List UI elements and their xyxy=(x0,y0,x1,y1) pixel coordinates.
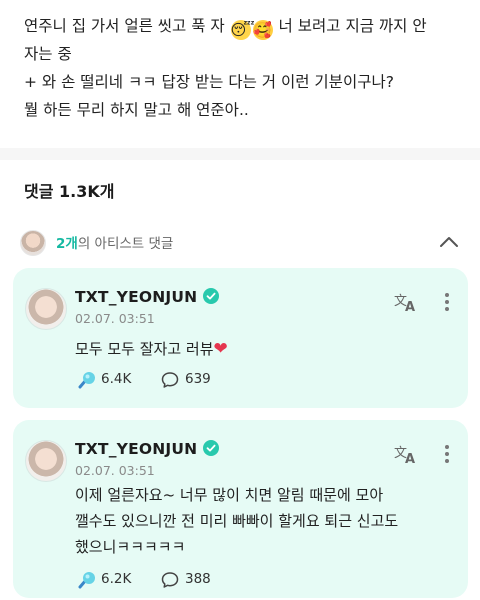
avatar[interactable] xyxy=(25,440,67,482)
post-body: 연주니 집 가서 얼른 씻고 푹 자 😴🥰 너 보려고 지금 까지 안 자는 중… xyxy=(24,12,464,124)
post-line-2: 자는 중 xyxy=(24,45,72,63)
reply-count: 639 xyxy=(185,371,211,387)
translate-icon[interactable]: 文 A xyxy=(394,291,418,313)
artist-comment-card: TXT_YEONJUN 02.07. 03:51 文 A 이제 얼른자요~ 너무… xyxy=(13,420,468,598)
comment-bubble-icon[interactable] xyxy=(161,571,179,589)
reply-count: 388 xyxy=(185,571,211,587)
comment-bubble-icon[interactable] xyxy=(161,371,179,389)
comments-title: 댓글 1.3K개 xyxy=(24,182,115,201)
author-name[interactable]: TXT_YEONJUN xyxy=(75,440,220,458)
verified-badge-icon xyxy=(203,288,220,304)
comment-date: 02.07. 03:51 xyxy=(75,311,155,326)
more-icon[interactable] xyxy=(444,292,450,312)
svg-text:A: A xyxy=(405,452,415,465)
lightstick-icon[interactable] xyxy=(75,570,97,590)
post-line-1: 연주니 집 가서 얼른 씻고 푹 자 😴🥰 너 보려고 지금 까지 안 xyxy=(24,17,427,40)
more-icon[interactable] xyxy=(444,444,450,464)
artist-comment-card: TXT_YEONJUN 02.07. 03:51 文 A 모두 모두 잘자고 러… xyxy=(13,268,468,408)
comment-text: 이제 얼른자요~ 너무 많이 치면 알림 때문에 모아 깰수도 있으니깐 전 미… xyxy=(75,482,455,560)
artist-avatar xyxy=(20,230,46,256)
lightstick-icon[interactable] xyxy=(75,370,97,390)
comment-line: 이제 얼른자요~ 너무 많이 치면 알림 때문에 모아 xyxy=(75,486,384,504)
comment-line: 깰수도 있으니깐 전 미리 빠빠이 할게요 퇴근 신고도 xyxy=(75,512,399,530)
svg-text:A: A xyxy=(405,300,415,313)
artist-comments-toggle[interactable]: 2개의 아티스트 댓글 xyxy=(20,228,460,256)
post-line-4: 뭘 하든 무리 하지 말고 해 연준아.. xyxy=(24,101,249,119)
heart-emoji-icon: ❤ xyxy=(213,339,228,359)
author-name[interactable]: TXT_YEONJUN xyxy=(75,288,220,306)
smiling-hearts-emoji-icon: 🥰 xyxy=(252,20,273,40)
like-count: 6.4K xyxy=(101,371,132,387)
translate-icon[interactable]: 文 A xyxy=(394,443,418,465)
sleeping-emoji-icon: 😴 xyxy=(230,20,255,40)
artist-comments-label: 2개의 아티스트 댓글 xyxy=(56,236,174,252)
chevron-up-icon[interactable] xyxy=(438,234,460,250)
verified-badge-icon xyxy=(203,440,220,456)
avatar[interactable] xyxy=(25,288,67,330)
comment-date: 02.07. 03:51 xyxy=(75,463,155,478)
post-line-3: + 와 손 떨리네 ㅋㅋ 답장 받는 다는 거 이런 기분이구나? xyxy=(24,73,394,91)
section-divider xyxy=(0,148,480,160)
comment-text: 모두 모두 잘자고 러뷰❤ xyxy=(75,339,228,359)
like-count: 6.2K xyxy=(101,571,132,587)
comment-line: 했으니ㅋㅋㅋㅋㅋ xyxy=(75,538,186,556)
